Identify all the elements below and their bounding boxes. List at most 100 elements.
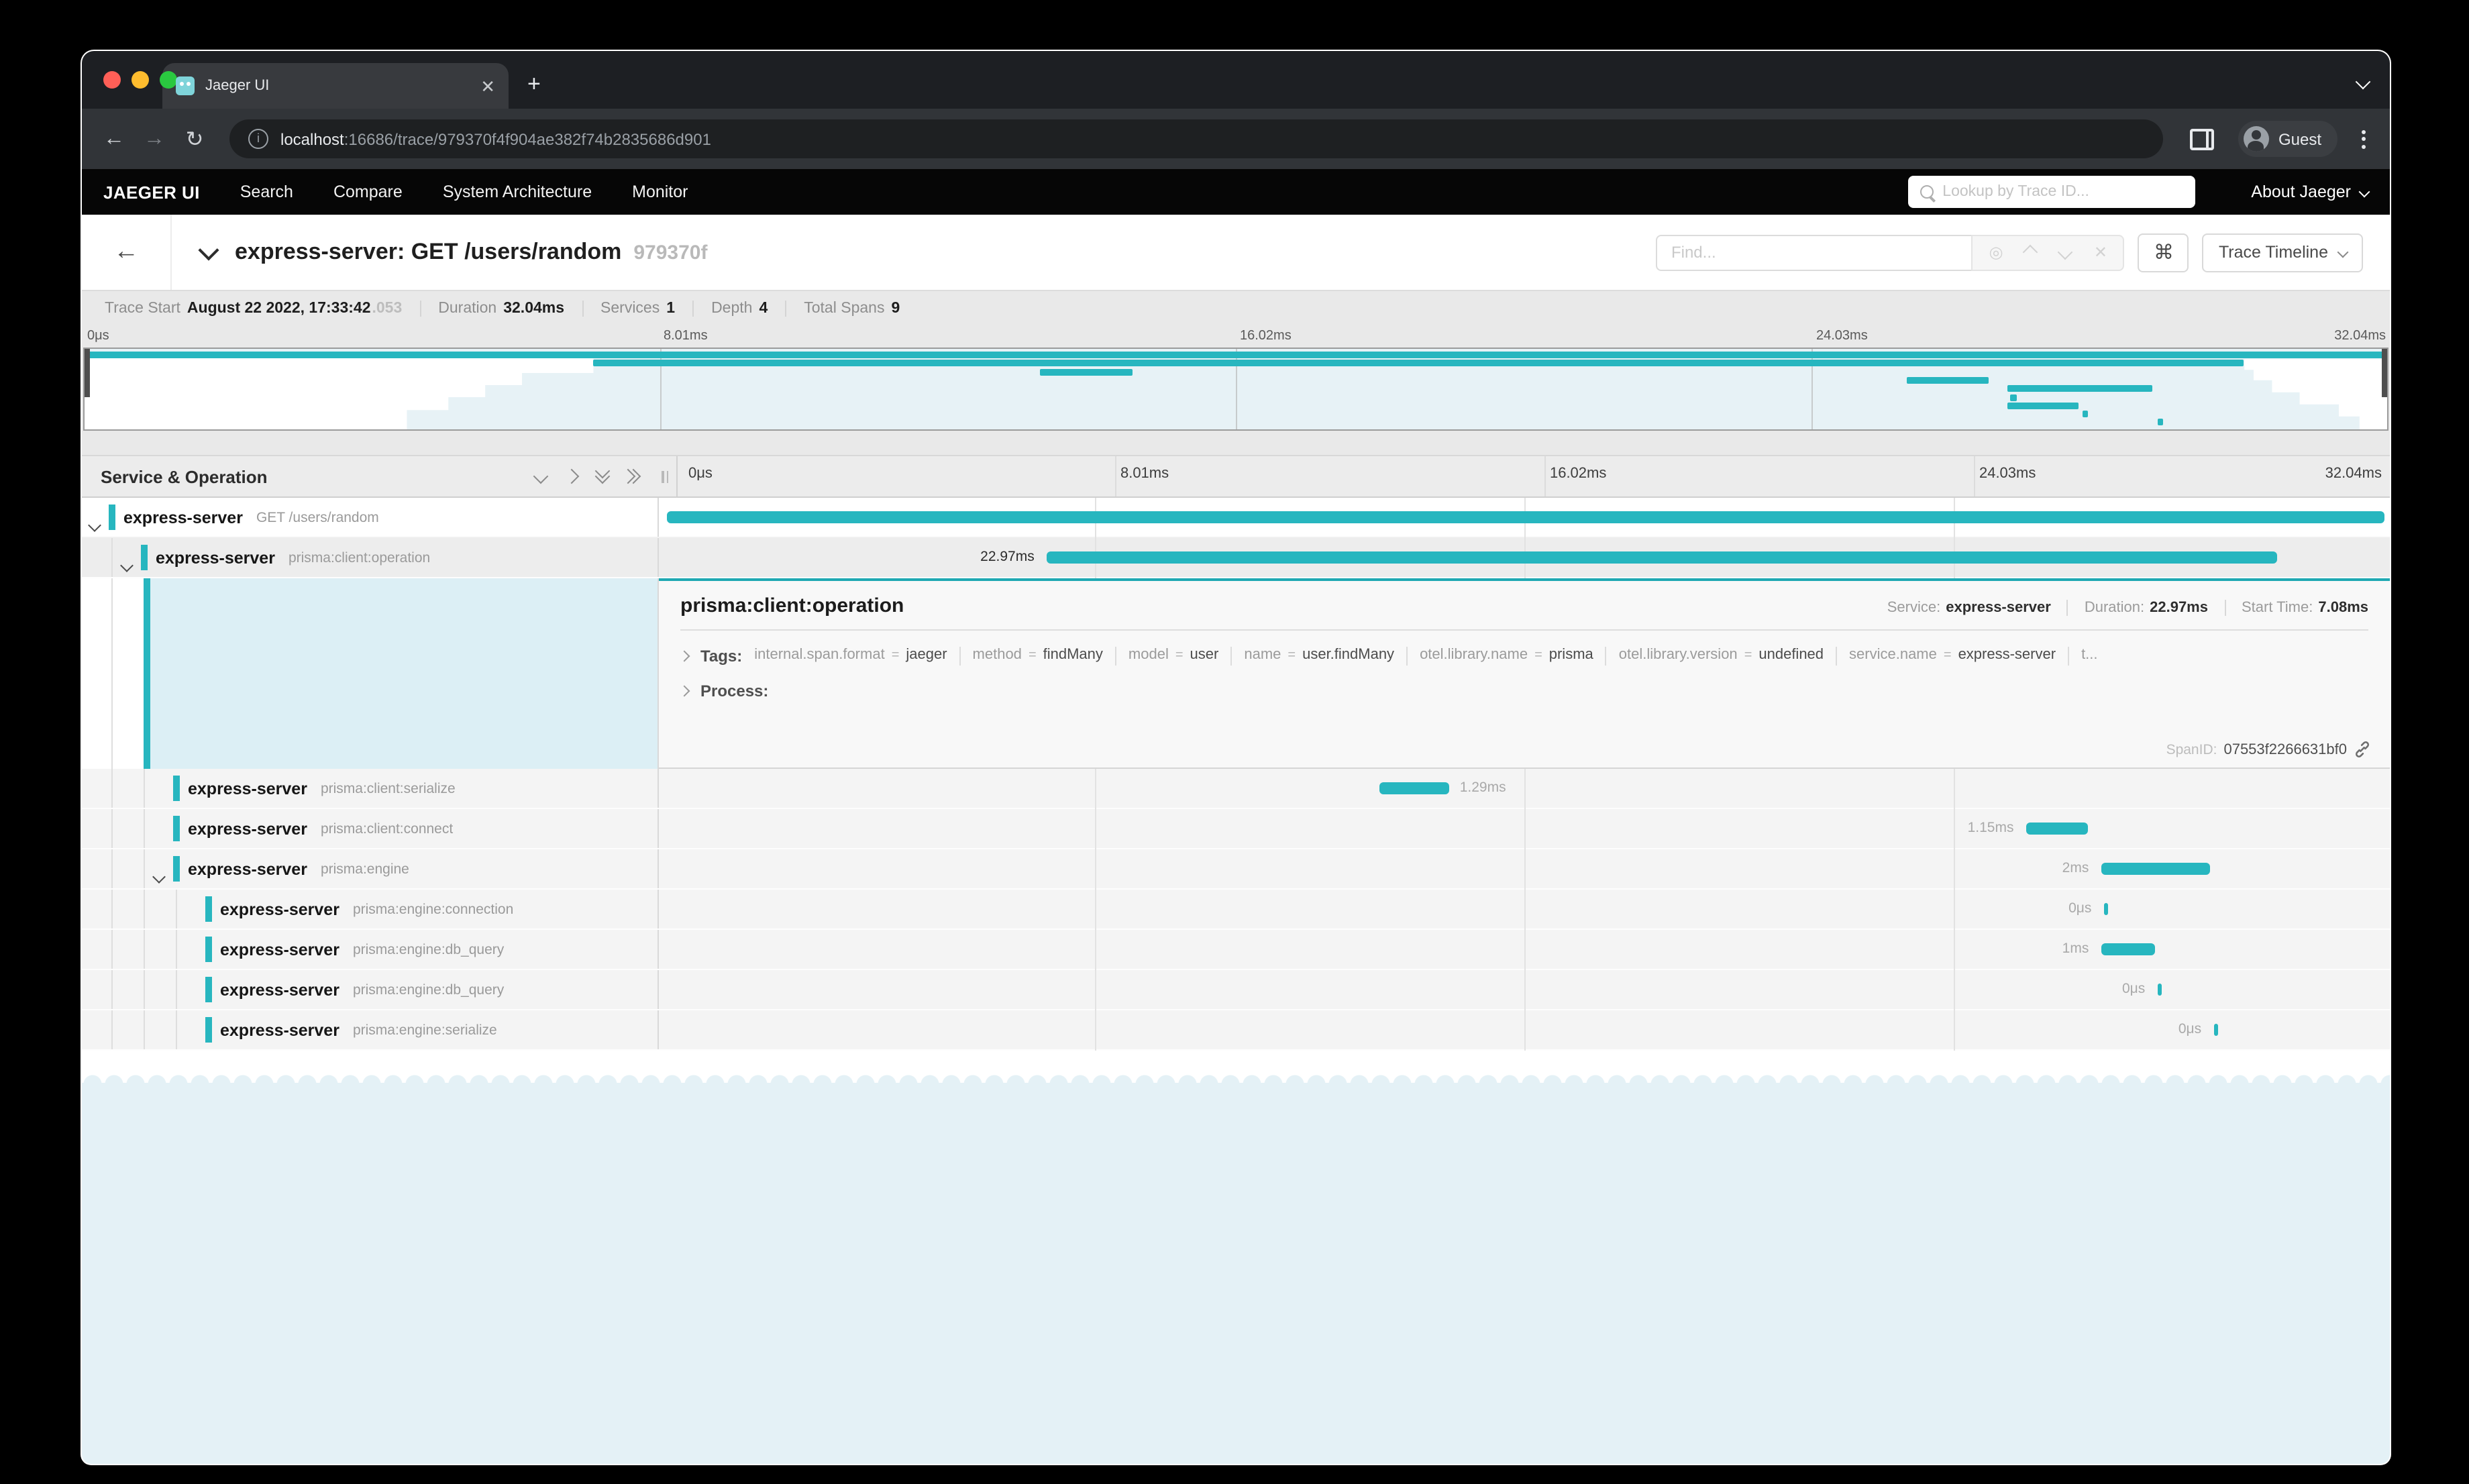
close-window-button[interactable] <box>103 71 121 89</box>
span-row[interactable]: express-serverprisma:engine:connection0μ… <box>82 890 2390 930</box>
span-row[interactable]: express-serverprisma:client:operation22.… <box>82 538 2390 578</box>
collapse-children-chevron-icon[interactable] <box>122 553 132 577</box>
service-name: express-server <box>220 900 339 918</box>
page-bottom-area <box>82 1083 2390 1464</box>
address-bar[interactable]: i localhost:16686/trace/979370f4f904ae38… <box>229 119 2163 158</box>
browser-tab[interactable]: Jaeger UI ✕ <box>162 63 509 109</box>
span-row[interactable]: express-serverprisma:engine2ms <box>82 849 2390 890</box>
span-row[interactable]: express-serverprisma:engine:db_query0μs <box>82 970 2390 1010</box>
find-input[interactable]: Find... <box>1657 234 1972 270</box>
about-jaeger-menu[interactable]: About Jaeger <box>2251 182 2368 201</box>
nav-item-system-architecture[interactable]: System Architecture <box>443 182 592 201</box>
shortcuts-button[interactable]: ⌘ <box>2138 233 2189 272</box>
span-bar[interactable] <box>1047 551 2278 564</box>
browser-menu-icon[interactable] <box>2354 124 2374 154</box>
span-name-cell[interactable]: express-serverprisma:engine <box>82 849 659 888</box>
trace-minimap[interactable] <box>83 348 2388 431</box>
operation-name: prisma:client:operation <box>288 549 430 566</box>
span-row[interactable]: express-serverprisma:engine:serialize0μs <box>82 1010 2390 1051</box>
span-track[interactable]: 2ms <box>659 849 2390 888</box>
minimize-window-button[interactable] <box>132 71 149 89</box>
focus-match-icon[interactable]: ◎ <box>1979 243 2013 262</box>
span-name-cell[interactable]: express-serverGET /users/random <box>82 498 659 537</box>
span-bar[interactable] <box>2157 984 2161 996</box>
minimap-tick-labels: 0μs8.01ms16.02ms24.03ms32.04ms <box>83 329 2388 348</box>
nav-item-monitor[interactable]: Monitor <box>632 182 688 201</box>
profile-chip[interactable]: Guest <box>2238 121 2337 157</box>
collapse-one-icon[interactable] <box>533 469 549 484</box>
span-id-value: 07553f2266631bf0 <box>2223 741 2347 757</box>
operation-name: prisma:client:serialize <box>321 780 456 796</box>
span-name-cell[interactable]: express-serverprisma:engine:connection <box>82 890 659 929</box>
nav-item-compare[interactable]: Compare <box>333 182 403 201</box>
span-name-cell[interactable]: express-serverprisma:client:serialize <box>82 769 659 808</box>
span-track[interactable]: 0μs <box>659 970 2390 1009</box>
span-bar[interactable] <box>667 511 2384 523</box>
collapse-children-chevron-icon[interactable] <box>90 513 99 537</box>
span-bar[interactable] <box>1380 782 1449 794</box>
span-row[interactable]: express-serverprisma:engine:db_query1ms <box>82 930 2390 970</box>
span-track[interactable]: 1.15ms <box>659 809 2390 848</box>
collapse-trace-chevron-icon[interactable] <box>201 240 216 264</box>
span-name-cell[interactable]: express-serverprisma:client:connect <box>82 809 659 848</box>
span-name-cell[interactable]: express-serverprisma:engine:db_query <box>82 930 659 969</box>
span-track[interactable]: 1.29ms <box>659 769 2390 808</box>
minimap-left-scrubber-handle[interactable] <box>85 349 90 397</box>
span-track[interactable]: 1ms <box>659 930 2390 969</box>
tab-list-chevron-icon[interactable] <box>2358 70 2368 94</box>
span-track[interactable]: 22.97ms <box>659 538 2390 577</box>
span-name-cell[interactable]: express-serverprisma:engine:serialize <box>82 1010 659 1049</box>
axis-tick-label: 32.04ms <box>2325 466 2382 482</box>
span-id-row: SpanID: 07553f2266631bf0 <box>2166 741 2371 758</box>
expand-all-icon[interactable] <box>628 471 639 482</box>
jaeger-favicon-icon <box>176 76 195 95</box>
span-bar[interactable] <box>2213 1024 2217 1036</box>
reload-icon[interactable]: ↻ <box>178 125 211 152</box>
site-info-icon[interactable]: i <box>248 129 268 149</box>
tag-item: t... <box>2081 647 2097 663</box>
span-row[interactable]: express-serverprisma:client:connect1.15m… <box>82 809 2390 849</box>
zoom-window-button[interactable] <box>160 71 177 89</box>
span-bar[interactable] <box>2026 823 2087 835</box>
collapse-all-icon[interactable] <box>597 471 608 482</box>
new-tab-button[interactable]: + <box>527 71 541 98</box>
summary-item: Services1 <box>583 300 694 316</box>
minimap-tick-label: 24.03ms <box>1816 329 1868 343</box>
collapse-children-chevron-icon[interactable] <box>154 864 164 888</box>
nav-item-search[interactable]: Search <box>240 182 293 201</box>
view-selector-dropdown[interactable]: Trace Timeline <box>2203 233 2363 272</box>
span-name-cell[interactable]: express-serverprisma:engine:db_query <box>82 970 659 1009</box>
span-row[interactable]: express-serverGET /users/random <box>82 498 2390 538</box>
tag-item: method=findMany <box>973 647 1103 663</box>
minimap-right-scrubber-handle[interactable] <box>2382 349 2387 397</box>
prev-match-icon[interactable] <box>2013 247 2048 258</box>
forward-icon[interactable]: → <box>138 127 170 151</box>
process-section[interactable]: Process: <box>680 682 2368 700</box>
span-name-cell[interactable]: express-serverprisma:client:operation <box>82 538 659 577</box>
span-row[interactable]: express-serverprisma:client:serialize1.2… <box>82 769 2390 809</box>
tab-close-icon[interactable]: ✕ <box>480 77 495 95</box>
span-bar[interactable] <box>2103 903 2107 915</box>
detail-meta-item: Duration:22.97ms <box>2068 600 2225 616</box>
minimap-span-bar <box>1041 368 1133 375</box>
span-track[interactable]: 0μs <box>659 890 2390 929</box>
span-rows: express-serverGET /users/randomexpress-s… <box>82 498 2390 1051</box>
back-to-search-button[interactable]: ← <box>82 237 170 267</box>
trace-id-lookup-input[interactable]: Lookup by Trace ID... <box>1907 176 2195 208</box>
span-track[interactable] <box>659 498 2390 537</box>
trace-id-short: 979370f <box>633 241 707 264</box>
side-panel-icon[interactable] <box>2190 128 2214 150</box>
span-bar[interactable] <box>2101 863 2209 875</box>
copy-link-icon[interactable] <box>2354 741 2371 758</box>
back-icon[interactable]: ← <box>98 127 130 151</box>
next-match-icon[interactable] <box>2048 247 2083 258</box>
column-resize-handle[interactable] <box>662 470 668 482</box>
span-track[interactable]: 0μs <box>659 1010 2390 1049</box>
span-detail-meta: Service:express-serverDuration:22.97msSt… <box>1871 600 2368 616</box>
span-bar[interactable] <box>2101 943 2154 955</box>
clear-find-icon[interactable]: ✕ <box>2083 243 2118 262</box>
expand-one-icon[interactable] <box>564 469 580 484</box>
tags-section[interactable]: Tags: internal.span.format=jaegermethod=… <box>680 647 2368 666</box>
jaeger-brand[interactable]: JAEGER UI <box>103 182 200 202</box>
browser-url-bar: ← → ↻ i localhost:16686/trace/979370f4f9… <box>82 109 2390 169</box>
